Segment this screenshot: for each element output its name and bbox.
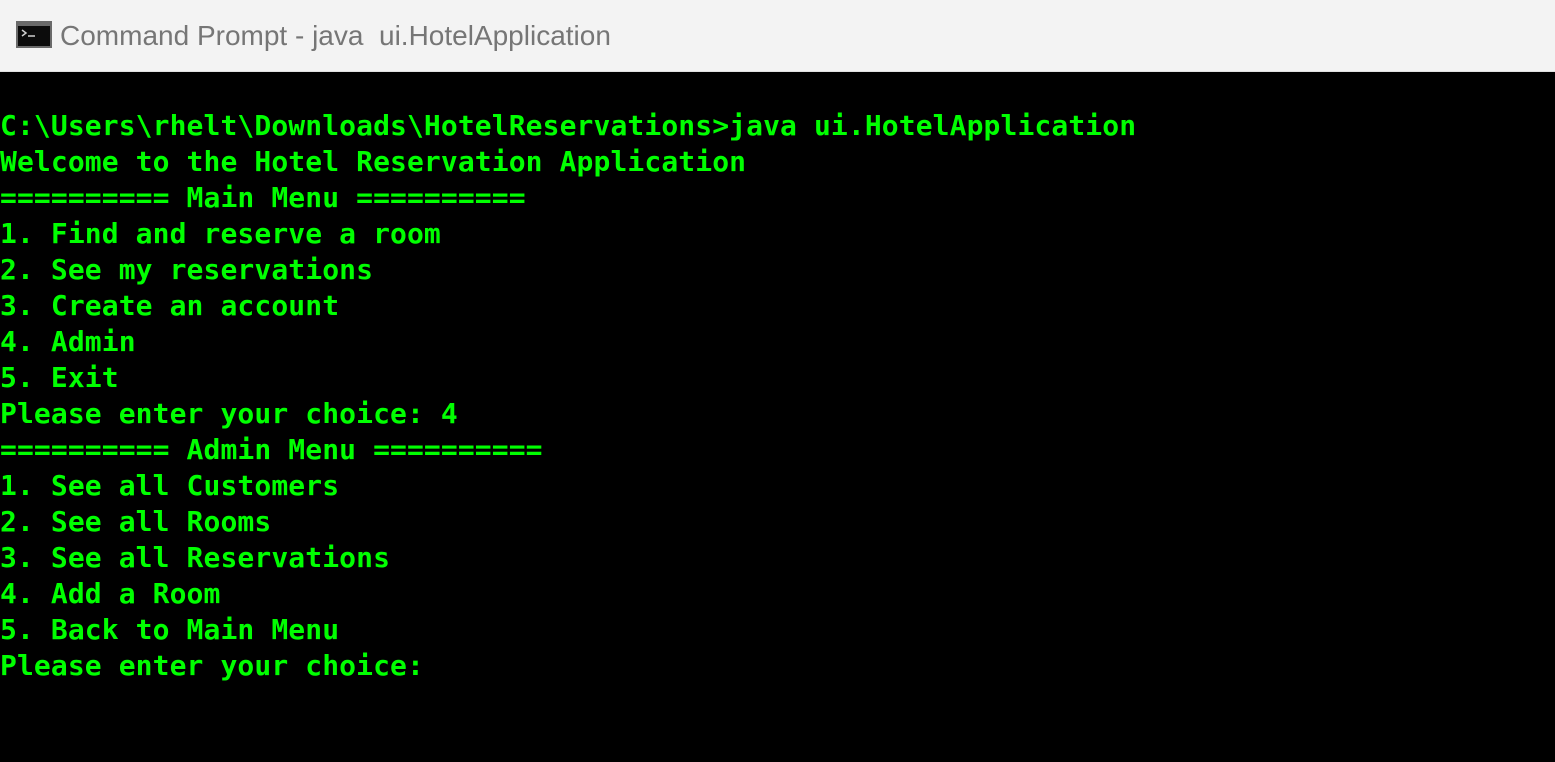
console-output[interactable]: C:\Users\rhelt\Downloads\HotelReservatio… xyxy=(0,108,1555,684)
title-bar[interactable]: Command Prompt - java ui.HotelApplicatio… xyxy=(0,0,1555,72)
console-line-main-option-3: 3. Create an account xyxy=(0,289,340,322)
console-line-admin-option-5: 5. Back to Main Menu xyxy=(0,613,340,646)
console-line-admin-option-3: 3. See all Reservations xyxy=(0,541,391,574)
console-line-main-option-2: 2. See my reservations xyxy=(0,253,374,286)
console-input-prompt[interactable]: Please enter your choice: xyxy=(0,648,1555,684)
command-prompt-icon xyxy=(16,21,52,48)
window-title: Command Prompt - java ui.HotelApplicatio… xyxy=(60,20,611,51)
console-line-welcome: Welcome to the Hotel Reservation Applica… xyxy=(0,145,747,178)
console-line-main-option-4: 4. Admin xyxy=(0,325,136,358)
prompt-glyph-icon xyxy=(21,29,35,37)
console-line-admin-menu-header: ========== Admin Menu ========== xyxy=(0,433,543,466)
console-line-main-option-5: 5. Exit xyxy=(0,361,119,394)
console-line-main-menu-header: ========== Main Menu ========== xyxy=(0,181,526,214)
console-line-admin-option-2: 2. See all Rooms xyxy=(0,505,272,538)
console-line-command: C:\Users\rhelt\Downloads\HotelReservatio… xyxy=(0,109,1137,142)
console-line-admin-option-1: 1. See all Customers xyxy=(0,469,340,502)
console-line-main-option-1: 1. Find and reserve a room xyxy=(0,217,441,250)
command-prompt-window: Command Prompt - java ui.HotelApplicatio… xyxy=(0,0,1555,762)
console-line-admin-option-4: 4. Add a Room xyxy=(0,577,221,610)
console-line-main-prompt: Please enter your choice: 4 xyxy=(0,397,458,430)
